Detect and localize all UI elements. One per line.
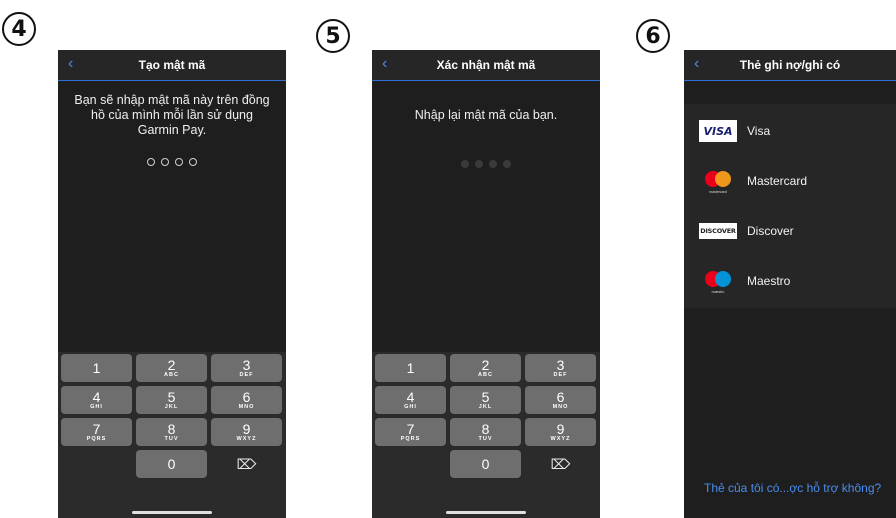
visa-logo-icon: VISA: [699, 120, 737, 142]
passcode-dot: [161, 158, 169, 166]
numeric-keypad: 1 2 ABC 3 DEF 4 GHI 5 JKL 6 MNO 7 PQRS 8 TUV 9W…: [372, 352, 600, 518]
back-chevron-icon[interactable]: ‹: [68, 56, 73, 72]
key-5[interactable]: 5 JKL: [136, 386, 207, 414]
key-8[interactable]: 8 TUV: [136, 418, 207, 446]
card-name: Visa: [747, 124, 771, 138]
key-2[interactable]: 2 ABC: [450, 354, 521, 382]
card-name: Mastercard: [747, 174, 808, 188]
passcode-dot: [489, 160, 497, 168]
card-name: Discover: [747, 224, 794, 238]
key-1[interactable]: 1: [61, 354, 132, 382]
back-chevron-icon[interactable]: ‹: [382, 56, 387, 72]
screen-title: Thẻ ghi nợ/ghi có: [739, 58, 841, 72]
key-7[interactable]: 7 PQRS: [61, 418, 132, 446]
key-3[interactable]: 3 DEF: [525, 354, 596, 382]
passcode-dot: [175, 158, 183, 166]
screen-title: Tạo mật mã: [138, 58, 206, 72]
supported-cards-help-link[interactable]: Thẻ của tôi có...ợc hỗ trợ không?: [704, 481, 881, 495]
nav-bar: ‹ Xác nhận mật mã: [372, 50, 600, 81]
home-indicator: [132, 511, 212, 514]
step-number-4: 4: [2, 12, 36, 46]
passcode-dot: [189, 158, 197, 166]
instruction-text: Bạn sẽ nhập mật mã này trên đồng hồ của …: [74, 93, 270, 137]
create-passcode-screen: ‹ Tạo mật mã Bạn sẽ nhập mật mã này trên…: [58, 50, 286, 518]
key-5[interactable]: 5 JKL: [450, 386, 521, 414]
step-number-5: 5: [316, 19, 350, 53]
maestro-logo-icon: maestro: [699, 270, 737, 294]
key-8[interactable]: 8 TUV: [450, 418, 521, 446]
nav-bar: ‹ Thẻ ghi nợ/ghi có: [684, 50, 896, 81]
screen-title: Xác nhận mật mã: [436, 58, 536, 72]
passcode-dots: [372, 160, 600, 168]
card-name: Maestro: [747, 274, 791, 288]
passcode-dot: [475, 160, 483, 168]
key-6[interactable]: 6 MNO: [525, 386, 596, 414]
key-1[interactable]: 1: [375, 354, 446, 382]
backspace-icon[interactable]: ⌦: [525, 450, 596, 478]
key-7[interactable]: 7 PQRS: [375, 418, 446, 446]
key-9[interactable]: 9 WXYZ: [525, 418, 596, 446]
home-indicator: [446, 511, 526, 514]
passcode-dot: [147, 158, 155, 166]
passcode-dot: [461, 160, 469, 168]
card-row-mastercard[interactable]: mastercard Mastercard: [684, 156, 896, 206]
key-0[interactable]: 0: [450, 450, 521, 478]
confirm-passcode-screen: ‹ Xác nhận mật mã Nhập lại mật mã của bạ…: [372, 50, 600, 518]
card-row-discover[interactable]: DISCOVER Discover: [684, 206, 896, 256]
key-4[interactable]: 4 GHI: [375, 386, 446, 414]
card-type-list: VISA Visa mastercard Mastercard DISCOVER…: [684, 104, 896, 308]
key-6[interactable]: 6 MNO: [211, 386, 282, 414]
instruction-text: Nhập lại mật mã của bạn.: [414, 108, 558, 122]
key-9[interactable]: 9 WXYZ: [211, 418, 282, 446]
key-3[interactable]: 3 DEF: [211, 354, 282, 382]
key-4[interactable]: 4 GHI: [61, 386, 132, 414]
card-row-visa[interactable]: VISA Visa: [684, 106, 896, 156]
backspace-icon[interactable]: ⌦: [211, 450, 282, 478]
discover-logo-icon: DISCOVER: [699, 223, 737, 239]
nav-bar: ‹ Tạo mật mã: [58, 50, 286, 81]
mastercard-logo-icon: mastercard: [699, 170, 737, 194]
passcode-dot: [503, 160, 511, 168]
card-type-screen: ‹ Thẻ ghi nợ/ghi có VISA Visa mastercard…: [684, 50, 896, 518]
passcode-dots: [58, 158, 286, 166]
numeric-keypad: 1 2 ABC 3 DEF 4 GHI 5 JKL 6 MNO 7 PQRS 8 TUV 9W…: [58, 352, 286, 518]
key-0[interactable]: 0: [136, 450, 207, 478]
card-row-maestro[interactable]: maestro Maestro: [684, 256, 896, 306]
key-2[interactable]: 2 ABC: [136, 354, 207, 382]
back-chevron-icon[interactable]: ‹: [694, 56, 699, 72]
step-number-6: 6: [636, 19, 670, 53]
